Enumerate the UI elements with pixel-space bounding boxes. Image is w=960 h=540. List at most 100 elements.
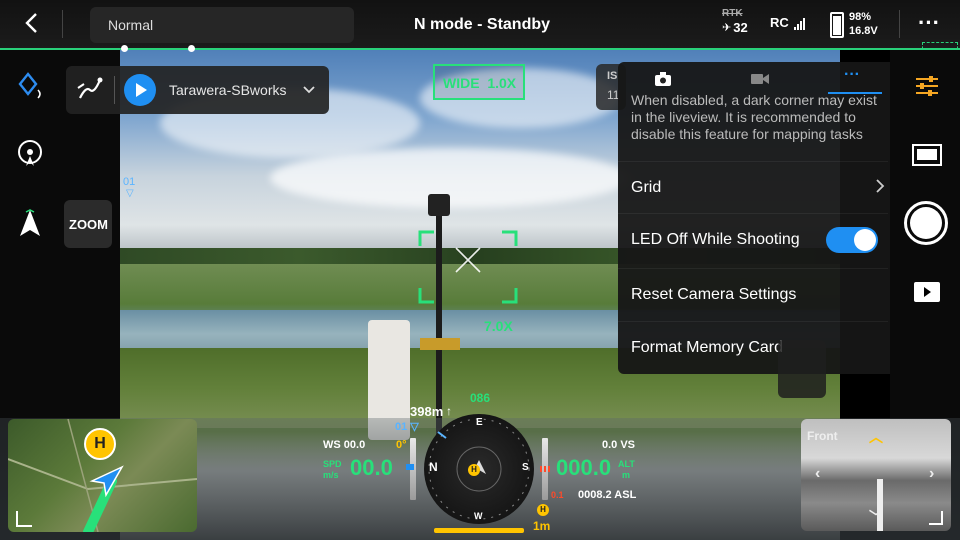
speed-label-1: SPD	[323, 459, 342, 469]
more-tab-icon: ···	[844, 66, 860, 83]
vertical-speed: 0.0 VS	[602, 439, 636, 451]
mission-name: Tarawera-SBworks	[169, 82, 287, 98]
flight-mode-selector[interactable]: Normal	[90, 7, 354, 43]
altitude-label-2: m	[622, 470, 631, 480]
attitude-handle-left[interactable]	[121, 45, 128, 52]
mission-selector[interactable]: Tarawera-SBworks	[66, 66, 329, 114]
compass[interactable]: N E S W H	[424, 414, 534, 524]
camera-direction-icon[interactable]	[16, 208, 46, 240]
flight-mode-label: Normal	[108, 17, 154, 33]
fpv-right-icon[interactable]: ›	[929, 465, 934, 483]
more-menu-icon[interactable]: ···	[918, 10, 940, 36]
format-memory-card[interactable]: Format Memory Card	[618, 321, 888, 373]
reset-camera-settings[interactable]: Reset Camera Settings	[618, 268, 888, 320]
speed-gauge-pointer	[406, 464, 414, 470]
more-tab[interactable]: ···	[828, 64, 882, 94]
lens-badge[interactable]: WIDE 1.0X	[433, 64, 525, 100]
back-icon[interactable]	[20, 11, 44, 35]
rc-signal[interactable]: RC	[770, 15, 805, 30]
home-distance: 1m	[533, 519, 551, 533]
settings-tabs: ···	[618, 62, 899, 96]
signal-icon	[793, 18, 805, 30]
camera-tab[interactable]	[654, 71, 674, 87]
camera-icon	[655, 72, 671, 86]
battery-percent: 98%	[849, 11, 872, 23]
compass-n-label: N	[429, 460, 438, 474]
zoom-focus-frame[interactable]	[418, 230, 518, 304]
altitude-gauge-pointer	[540, 466, 552, 472]
aircraft-icon	[88, 463, 124, 499]
zoom-label: ZOOM	[69, 217, 108, 232]
play-mission-button[interactable]	[124, 74, 156, 106]
waypoint-marker-label: 01	[123, 176, 136, 188]
photo-mode-icon[interactable]	[912, 144, 942, 166]
camera-settings-icon[interactable]	[914, 74, 940, 98]
top-bar: Normal N mode - Standby RTK ✈ 32 RC 98% …	[0, 0, 960, 48]
expand-map-icon[interactable]	[16, 511, 32, 527]
altitude-small: 0.1	[551, 490, 564, 500]
chevron-down-icon	[302, 82, 316, 101]
fpv-pole	[877, 479, 883, 531]
waypoint-marker: 01 ▽	[116, 176, 135, 199]
led-off-toggle[interactable]	[826, 227, 878, 253]
wind-speed: WS 00.0	[323, 439, 366, 451]
attitude-handle-right[interactable]	[188, 45, 195, 52]
zoom-level: 7.0X	[484, 318, 513, 334]
rc-label: RC	[770, 15, 789, 30]
wind-direction-tick: 0°	[396, 439, 407, 451]
gimbal-up-icon[interactable]: ︿	[869, 427, 883, 447]
altitude-value: 000.0	[556, 455, 612, 480]
home-point-icon: H	[84, 428, 116, 460]
waypoint-indicator: 01 ▽	[395, 421, 419, 433]
grid-setting-label: Grid	[631, 178, 662, 196]
rtk-status[interactable]: RTK ✈ 32	[722, 8, 762, 42]
compass-w-label: W	[474, 511, 483, 521]
compass-e-label: E	[476, 417, 483, 428]
chevron-right-icon	[874, 178, 886, 199]
video-tab[interactable]	[750, 71, 770, 87]
led-off-setting-label: LED Off While Shooting	[631, 230, 800, 248]
playback-icon[interactable]	[914, 282, 940, 302]
flight-status: N mode - Standby	[414, 16, 551, 33]
altitude-label-1: ALT	[618, 459, 635, 469]
panel-description: When disabled, a dark corner may exist i…	[631, 92, 877, 142]
home-direction-icon: H	[468, 464, 480, 476]
waypoint-indicator-label: 01	[395, 421, 408, 433]
route-icon	[76, 76, 104, 104]
home-marker-icon: H	[537, 504, 549, 516]
shutter-button[interactable]	[904, 201, 948, 245]
iso-label: IS	[607, 70, 618, 82]
speed-label-2: m/s	[323, 470, 339, 480]
horizontal-speed: 00.0	[350, 455, 393, 480]
satellite-count: 32	[733, 20, 748, 35]
battery-voltage: 16.8V	[849, 25, 878, 37]
grid-setting[interactable]: Grid	[618, 161, 888, 213]
fpv-left-icon[interactable]: ‹	[815, 465, 820, 483]
reset-camera-settings-label: Reset Camera Settings	[631, 285, 797, 303]
gps-locate-icon[interactable]	[16, 140, 44, 168]
fpv-view[interactable]: Front ︿ ‹ › ﹀	[801, 419, 951, 531]
waypoint-mode-icon[interactable]	[18, 72, 44, 104]
mini-map[interactable]: H	[8, 419, 197, 532]
rtk-label: RTK	[722, 8, 743, 19]
video-camera-icon	[751, 74, 769, 84]
camera-settings-panel: ··· When disabled, a dark corner may exi…	[618, 62, 899, 374]
satellite-icon: ✈	[722, 22, 732, 34]
expand-fpv-icon[interactable]	[929, 511, 943, 525]
attitude-line	[0, 48, 960, 50]
waypoint-triangle-icon: ▽	[126, 188, 134, 199]
play-icon	[136, 83, 147, 97]
battery-status[interactable]: 98% 16.8V	[830, 10, 890, 40]
zoom-button[interactable]: ZOOM	[64, 200, 112, 248]
right-toolbar	[890, 50, 960, 418]
panel-scroll-edge	[778, 340, 826, 398]
format-memory-card-label: Format Memory Card	[631, 338, 784, 356]
led-off-setting: LED Off While Shooting	[618, 213, 888, 265]
compass-heading-bar	[434, 528, 524, 533]
compass-s-label: S	[522, 462, 529, 473]
heading-value: 086	[470, 391, 491, 405]
lens-label: WIDE 1.0X	[443, 75, 517, 91]
altitude-asl: 0008.2 ASL	[578, 489, 637, 501]
battery-icon	[830, 12, 844, 38]
fpv-label: Front	[807, 429, 838, 443]
